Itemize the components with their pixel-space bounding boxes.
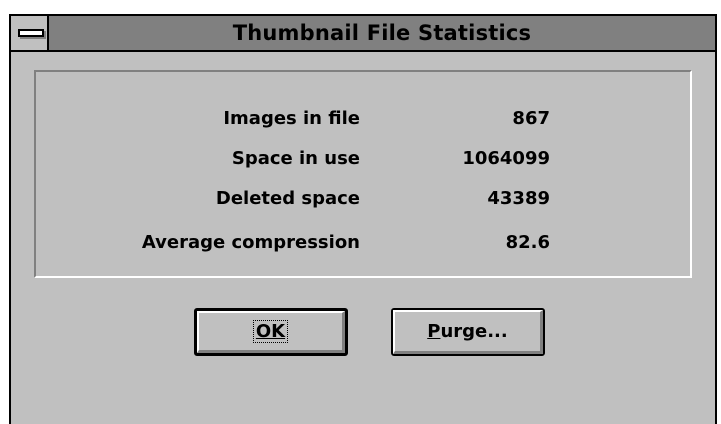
- average-compression-value: 82.6: [505, 232, 550, 253]
- purge-label-rest: urge...: [440, 321, 508, 342]
- statistics-panel: Images in file 867 Space in use 1064099 …: [34, 70, 692, 278]
- ok-button-label: OK: [252, 320, 289, 343]
- average-compression-label: Average compression: [141, 232, 360, 253]
- ok-button[interactable]: OK: [194, 308, 348, 356]
- deleted-space-value: 43389: [487, 188, 550, 209]
- dialog-window: Thumbnail File Statistics Images in file…: [9, 14, 717, 424]
- system-menu-button[interactable]: [11, 16, 49, 50]
- images-in-file-value: 867: [512, 108, 550, 129]
- deleted-space-label: Deleted space: [215, 188, 360, 209]
- title-bar[interactable]: Thumbnail File Statistics: [11, 16, 715, 52]
- purge-mnemonic: P: [427, 321, 441, 342]
- space-in-use-value: 1064099: [462, 148, 550, 169]
- space-in-use-label: Space in use: [231, 148, 360, 169]
- system-menu-icon: [18, 29, 44, 37]
- ok-button-face: OK: [197, 311, 345, 353]
- purge-button-face: Purge...: [393, 310, 543, 354]
- images-in-file-label: Images in file: [223, 108, 360, 129]
- purge-button[interactable]: Purge...: [391, 308, 545, 356]
- purge-button-label: Purge...: [427, 321, 508, 342]
- window-title: Thumbnail File Statistics: [232, 21, 532, 45]
